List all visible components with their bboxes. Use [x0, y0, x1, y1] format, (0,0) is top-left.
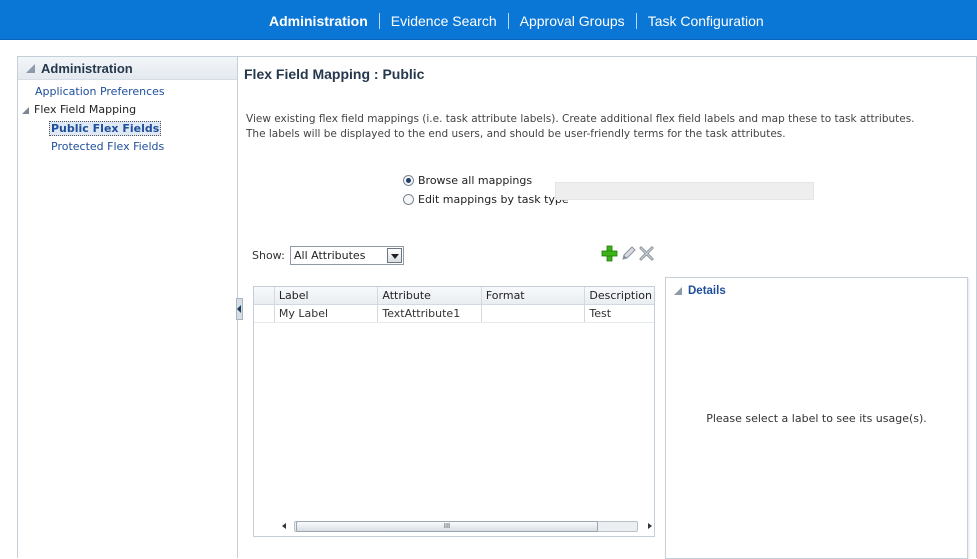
add-icon[interactable]	[601, 245, 618, 262]
page-description: View existing flex field mappings (i.e. …	[246, 112, 966, 142]
cell-format	[482, 305, 586, 322]
cell-label: My Label	[275, 305, 379, 322]
radio-edit-by-task-type[interactable]: Edit mappings by task type	[403, 193, 569, 206]
description-line-2: The labels will be displayed to the end …	[246, 128, 786, 140]
scroll-thumb[interactable]: III	[296, 521, 598, 532]
column-header-description[interactable]: Description	[585, 287, 654, 304]
nav-task-configuration[interactable]: Task Configuration	[637, 12, 775, 30]
row-header-cell	[254, 287, 275, 304]
show-select-value: All Attributes	[294, 249, 366, 262]
scroll-right-icon[interactable]	[648, 523, 652, 529]
table-row[interactable]: My Label TextAttribute1 Test	[254, 305, 654, 323]
details-panel: Details Please select a label to see its…	[665, 277, 968, 559]
scroll-left-icon[interactable]	[282, 523, 286, 529]
disclosure-icon[interactable]	[26, 63, 35, 73]
sidebar-header[interactable]: Administration	[18, 57, 237, 80]
column-header-attribute[interactable]: Attribute	[378, 287, 482, 304]
nav-administration[interactable]: Administration	[258, 12, 379, 30]
column-header-label[interactable]: Label	[275, 287, 379, 304]
horizontal-scrollbar[interactable]: III	[280, 519, 654, 533]
chevron-down-icon[interactable]	[387, 248, 402, 263]
radio-edit-label: Edit mappings by task type	[418, 193, 569, 206]
radio-browse-all[interactable]: Browse all mappings	[403, 174, 532, 187]
details-message: Please select a label to see its usage(s…	[706, 412, 927, 425]
page-title: Flex Field Mapping : Public	[244, 66, 425, 82]
tree-expand-icon[interactable]	[22, 107, 29, 114]
show-select[interactable]: All Attributes	[290, 246, 404, 265]
top-navigation-bar: Administration Evidence Search Approval …	[0, 0, 977, 40]
sidebar: Administration Application Preferences F…	[17, 56, 238, 558]
main-content: Flex Field Mapping : Public View existin…	[236, 56, 977, 559]
collapse-icon[interactable]	[236, 298, 243, 320]
row-header-cell	[254, 305, 275, 322]
show-label: Show:	[252, 249, 285, 262]
radio-browse-label: Browse all mappings	[418, 174, 533, 187]
mappings-table: Label Attribute Format Description My La…	[253, 286, 655, 537]
cell-description: Test	[589, 307, 612, 320]
description-line-1: View existing flex field mappings (i.e. …	[246, 113, 915, 125]
nav-evidence-search[interactable]: Evidence Search	[380, 12, 508, 30]
nav-approval-groups[interactable]: Approval Groups	[509, 12, 636, 30]
sidebar-item-flex-field-mapping[interactable]: Flex Field Mapping	[34, 103, 136, 116]
sidebar-title: Administration	[41, 60, 133, 76]
radio-button[interactable]	[403, 194, 414, 205]
column-header-format[interactable]: Format	[482, 287, 586, 304]
edit-icon[interactable]	[620, 245, 637, 262]
cell-attribute: TextAttribute1	[378, 305, 482, 322]
details-header[interactable]: Details	[674, 285, 726, 297]
task-type-field	[555, 182, 814, 200]
table-header: Label Attribute Format Description	[254, 287, 654, 305]
radio-button-selected[interactable]	[403, 175, 414, 186]
sidebar-item-protected-flex-fields[interactable]: Protected Flex Fields	[51, 140, 164, 153]
disclosure-icon[interactable]	[674, 287, 682, 295]
delete-icon[interactable]	[638, 245, 655, 262]
details-title: Details	[688, 285, 726, 297]
top-nav: Administration Evidence Search Approval …	[258, 12, 775, 30]
sidebar-item-public-flex-fields[interactable]: Public Flex Fields	[49, 121, 162, 136]
page-body: Administration Application Preferences F…	[0, 40, 977, 559]
sidebar-item-application-preferences[interactable]: Application Preferences	[35, 85, 165, 98]
